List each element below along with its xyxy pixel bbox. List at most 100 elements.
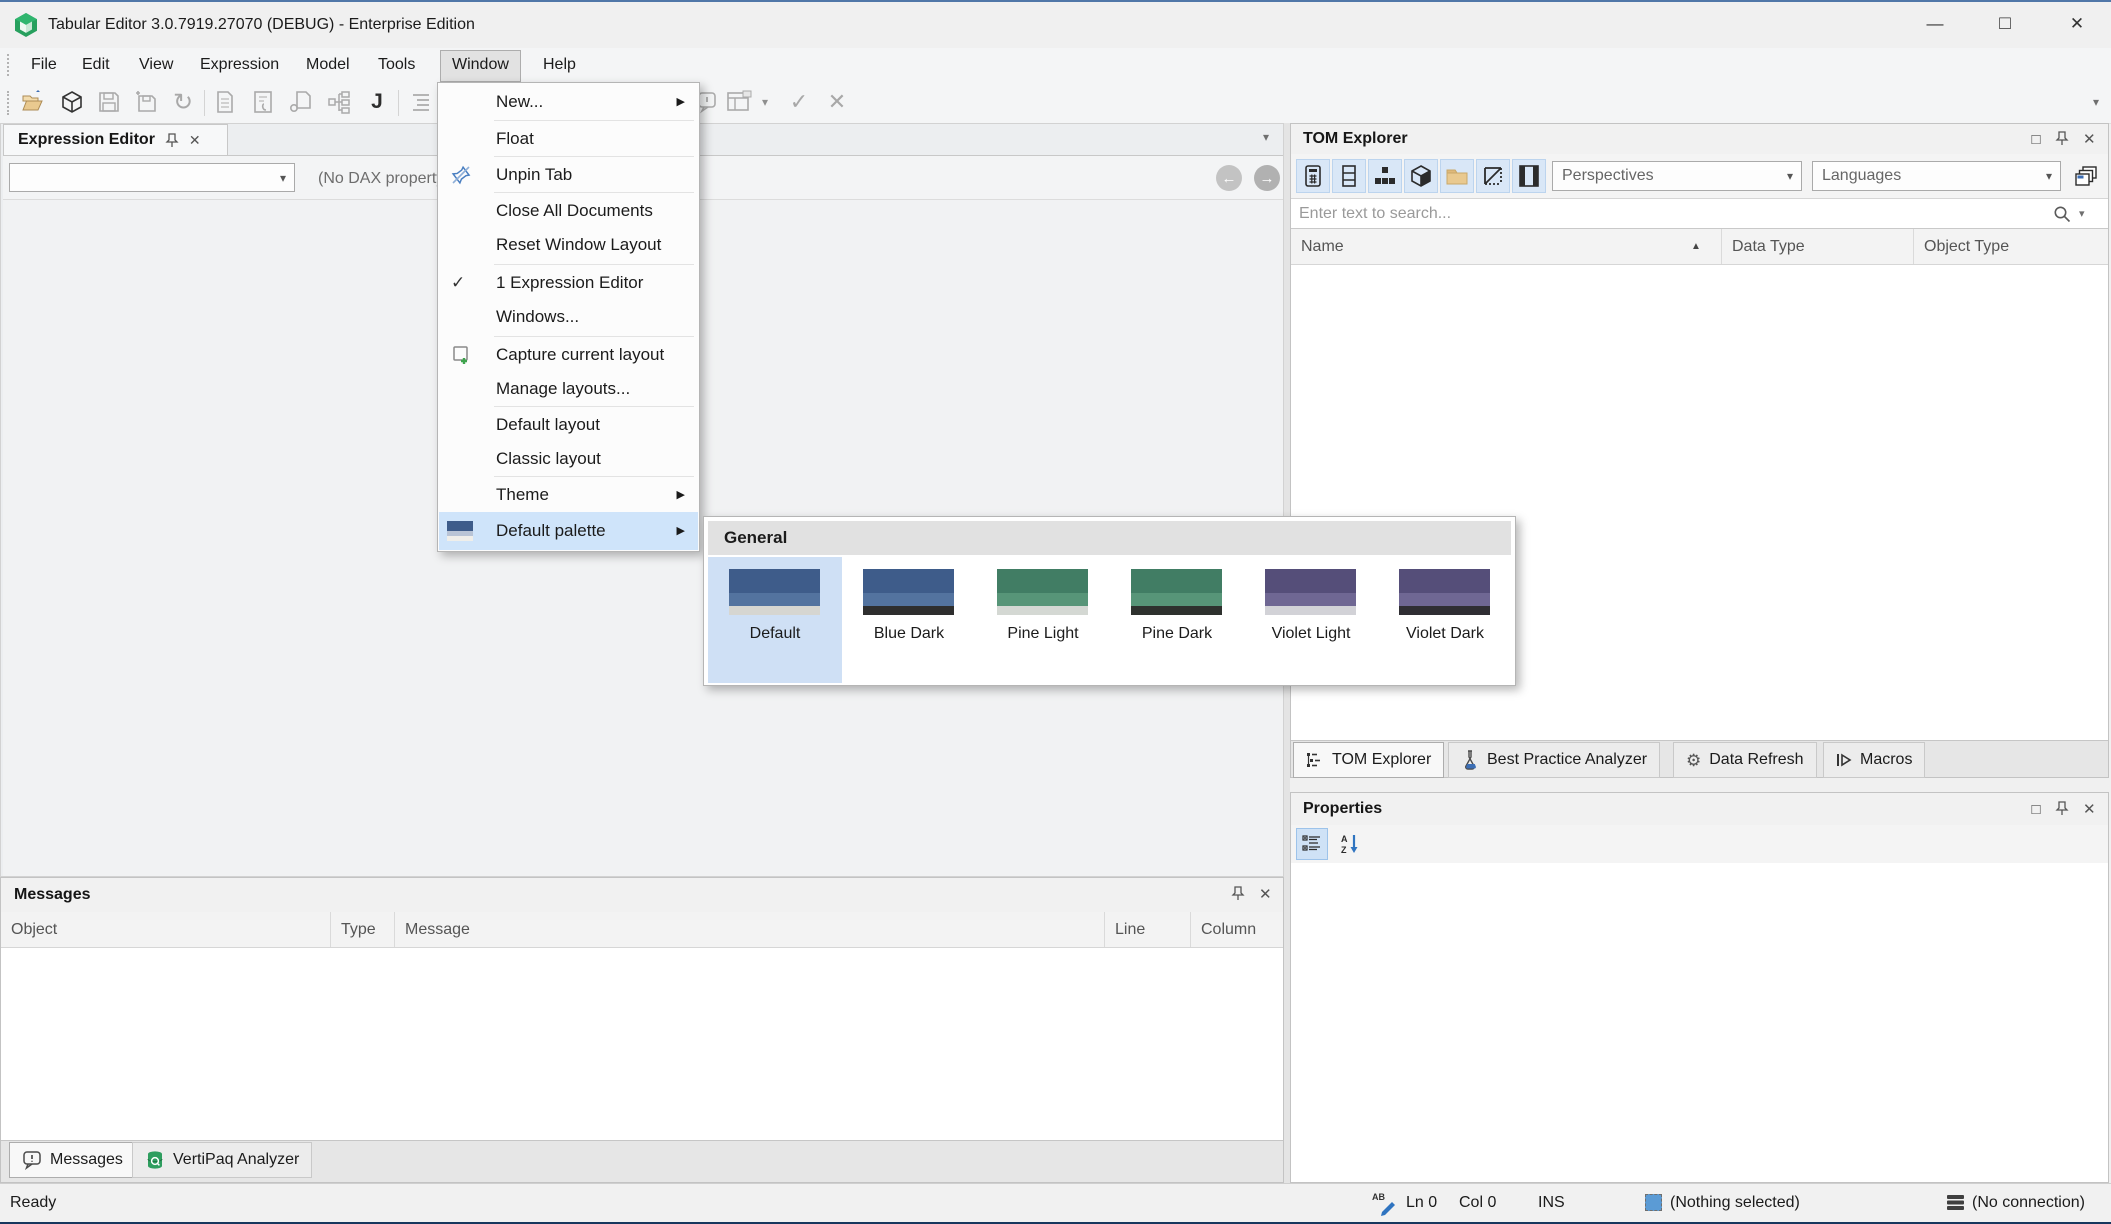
dax-script-icon[interactable]: J xyxy=(362,87,392,117)
show-hierarchies-toggle[interactable] xyxy=(1368,159,1402,193)
tab-macros[interactable]: Macros xyxy=(1823,742,1926,778)
properties-body[interactable] xyxy=(1291,863,2108,1182)
show-column-view-toggle[interactable] xyxy=(1512,159,1546,193)
close-window-button[interactable]: ✕ xyxy=(2052,4,2102,44)
open-file-icon[interactable] xyxy=(18,87,48,117)
show-measures-toggle[interactable] xyxy=(1296,159,1330,193)
menu-model[interactable]: Model xyxy=(295,50,361,80)
svg-text:AB: AB xyxy=(1372,1192,1385,1202)
palette-option-default[interactable]: Default xyxy=(708,557,842,683)
search-icon[interactable] xyxy=(2053,205,2071,223)
save-as-icon[interactable] xyxy=(131,87,161,117)
copy-document-icon[interactable] xyxy=(286,87,316,117)
tom-search-input[interactable] xyxy=(1291,199,2041,228)
maximize-button[interactable]: □ xyxy=(1980,4,2030,44)
categorized-view-button[interactable] xyxy=(1296,828,1328,860)
show-partitions-toggle[interactable] xyxy=(1404,159,1438,193)
column-column[interactable]: Column xyxy=(1191,912,1283,947)
messages-header: Messages xyxy=(1,878,1283,912)
deploy-cube-icon[interactable] xyxy=(57,87,87,117)
menu-expression[interactable]: Expression xyxy=(189,50,290,80)
refresh-icon[interactable]: ↻ xyxy=(168,87,198,117)
palette-option-blue-dark[interactable]: Blue Dark xyxy=(842,557,976,683)
navigate-back-icon[interactable]: ← xyxy=(1216,165,1242,191)
tab-best-practice-analyzer[interactable]: Best Practice Analyzer xyxy=(1448,742,1661,778)
column-data-type[interactable]: Data Type xyxy=(1722,229,1914,264)
menu-item-theme[interactable]: Theme ▶ xyxy=(439,478,698,512)
palette-option-violet-light[interactable]: Violet Light xyxy=(1244,557,1378,683)
toolbar-overflow-icon[interactable]: ▾ xyxy=(2086,90,2106,114)
menu-item-new[interactable]: New... ▶ xyxy=(439,85,698,119)
alphabetical-sort-button[interactable]: A Z xyxy=(1334,828,1366,860)
column-object-type[interactable]: Object Type xyxy=(1914,229,2108,264)
column-message[interactable]: Message xyxy=(395,912,1105,947)
menu-edit[interactable]: Edit xyxy=(71,50,121,80)
menu-item-windows[interactable]: Windows... xyxy=(439,300,698,334)
languages-dropdown[interactable]: Languages ▾ xyxy=(1812,161,2061,191)
format-align-icon[interactable] xyxy=(406,87,436,117)
menu-item-default-layout[interactable]: Default layout xyxy=(439,408,698,442)
cancel-x-icon[interactable]: ✕ xyxy=(822,87,852,117)
search-options-dropdown-icon[interactable]: ▾ xyxy=(2079,207,2085,220)
menu-item-capture-current-layout[interactable]: Capture current layout xyxy=(439,338,698,372)
close-panel-icon[interactable]: ✕ xyxy=(1259,885,1272,903)
show-folders-toggle[interactable] xyxy=(1440,159,1474,193)
restore-panel-icon[interactable]: □ xyxy=(2023,127,2049,151)
title-bar: Tabular Editor 3.0.7919.27070 (DEBUG) - … xyxy=(0,2,2111,48)
navigate-forward-icon[interactable]: → xyxy=(1254,165,1280,191)
menu-item-default-palette[interactable]: Default palette ▶ xyxy=(439,512,698,550)
menu-item-unpin-tab[interactable]: Unpin Tab xyxy=(439,158,698,192)
pin-icon[interactable] xyxy=(165,132,179,148)
column-type[interactable]: Type xyxy=(331,912,395,947)
apply-check-icon[interactable]: ✓ xyxy=(784,87,814,117)
messages-list-body[interactable] xyxy=(1,948,1283,1140)
menu-view[interactable]: View xyxy=(128,50,184,80)
pin-icon[interactable] xyxy=(2055,801,2069,816)
tab-tom-explorer[interactable]: TOM Explorer xyxy=(1293,742,1445,778)
close-panel-icon[interactable]: ✕ xyxy=(2083,800,2096,818)
model-tree-icon[interactable] xyxy=(324,87,354,117)
menu-help[interactable]: Help xyxy=(532,50,587,80)
palette-option-pine-light[interactable]: Pine Light xyxy=(976,557,1110,683)
tab-data-refresh[interactable]: ⚙ Data Refresh xyxy=(1673,742,1817,778)
pin-icon[interactable] xyxy=(1231,886,1245,901)
palette-swatch xyxy=(1265,569,1356,615)
palette-option-violet-dark[interactable]: Violet Dark xyxy=(1378,557,1512,683)
panel-menu-dropdown-icon[interactable]: ▾ xyxy=(1263,130,1269,144)
column-name[interactable]: Name ▲ xyxy=(1291,229,1722,264)
cascade-windows-icon[interactable] xyxy=(2071,162,2101,190)
menu-item-close-all-documents[interactable]: Close All Documents xyxy=(439,194,698,228)
menu-tools[interactable]: Tools xyxy=(367,50,426,80)
cube-icon xyxy=(1411,165,1431,187)
column-line[interactable]: Line xyxy=(1105,912,1191,947)
tab-messages[interactable]: Messages xyxy=(9,1142,136,1178)
tab-expression-editor[interactable]: Expression Editor ✕ xyxy=(3,124,228,155)
menu-item-reset-window-layout[interactable]: Reset Window Layout xyxy=(439,228,698,262)
close-tab-icon[interactable]: ✕ xyxy=(189,132,201,149)
menu-window[interactable]: Window xyxy=(440,50,521,82)
restore-panel-icon[interactable]: □ xyxy=(2023,797,2049,821)
menu-file[interactable]: File xyxy=(20,50,68,80)
save-icon[interactable] xyxy=(94,87,124,117)
pin-icon[interactable] xyxy=(2055,131,2069,146)
layout-dropdown-icon[interactable]: ▾ xyxy=(756,87,774,117)
layout-window-icon[interactable] xyxy=(724,87,754,117)
menu-item-float[interactable]: Float xyxy=(439,122,698,156)
script-document-icon[interactable] xyxy=(248,87,278,117)
menu-item-classic-layout[interactable]: Classic layout xyxy=(439,442,698,476)
show-columns-toggle[interactable] xyxy=(1332,159,1366,193)
show-hidden-toggle[interactable] xyxy=(1476,159,1510,193)
column-object[interactable]: Object xyxy=(1,912,331,947)
tab-vertipaq-analyzer[interactable]: VertiPaq Analyzer xyxy=(132,1142,313,1178)
dax-property-combobox[interactable]: ▾ xyxy=(9,163,295,192)
svg-text:Z: Z xyxy=(1341,845,1347,855)
minimize-button[interactable]: — xyxy=(1910,4,1960,44)
menu-item-1-expression-editor[interactable]: ✓ 1 Expression Editor xyxy=(439,266,698,300)
perspectives-dropdown[interactable]: Perspectives ▾ xyxy=(1552,161,1802,191)
document-icon[interactable] xyxy=(210,87,240,117)
palette-option-pine-dark[interactable]: Pine Dark xyxy=(1110,557,1244,683)
properties-toolbar: A Z xyxy=(1291,825,2108,863)
flask-icon xyxy=(1461,750,1479,770)
close-panel-icon[interactable]: ✕ xyxy=(2083,130,2096,148)
menu-item-manage-layouts[interactable]: Manage layouts... xyxy=(439,372,698,406)
